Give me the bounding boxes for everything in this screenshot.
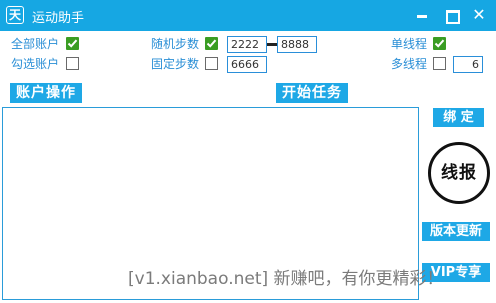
single-thread-checkbox[interactable] — [433, 37, 446, 50]
fixed-steps-checkbox[interactable] — [205, 57, 218, 70]
start-task-button[interactable]: 开始任务 — [276, 83, 348, 103]
random-steps-checkbox[interactable] — [205, 37, 218, 50]
report-button[interactable]: 线报 — [428, 142, 490, 204]
selected-accounts-checkbox[interactable] — [66, 57, 79, 70]
random-steps-max-input[interactable]: 8888 — [277, 36, 317, 53]
fixed-steps-input[interactable]: 6666 — [227, 56, 267, 73]
check-mark-icon — [433, 37, 446, 50]
random-steps-min-input[interactable]: 2222 — [227, 36, 267, 53]
all-accounts-checkbox[interactable] — [66, 37, 79, 50]
multi-thread-label: 多线程 — [391, 57, 428, 71]
minimize-button[interactable] — [414, 7, 430, 23]
maximize-button[interactable] — [443, 7, 460, 24]
version-update-button[interactable]: 版本更新 — [422, 222, 490, 241]
app-logo-icon: 天 — [6, 6, 24, 24]
single-thread-label: 单线程 — [391, 37, 428, 51]
close-button[interactable]: ✕ — [471, 7, 487, 23]
all-accounts-label: 全部账户 — [11, 37, 60, 51]
check-mark-icon — [205, 37, 218, 50]
fixed-steps-label: 固定步数 — [151, 57, 200, 71]
window-title: 运动助手 — [32, 11, 85, 26]
account-operations-button[interactable]: 账户操作 — [10, 83, 82, 103]
bind-button[interactable]: 绑 定 — [433, 108, 484, 127]
multi-thread-checkbox[interactable] — [433, 57, 446, 70]
check-mark-icon — [66, 37, 79, 50]
title-bar: 天 运动助手 ✕ — [0, 0, 496, 31]
random-steps-label: 随机步数 — [151, 37, 200, 51]
watermark-text: [v1.xianbao.net] 新赚吧，有你更精彩！ — [128, 269, 444, 289]
selected-accounts-label: 勾选账户 — [11, 57, 60, 71]
thread-count-input[interactable]: 6 — [453, 56, 483, 73]
